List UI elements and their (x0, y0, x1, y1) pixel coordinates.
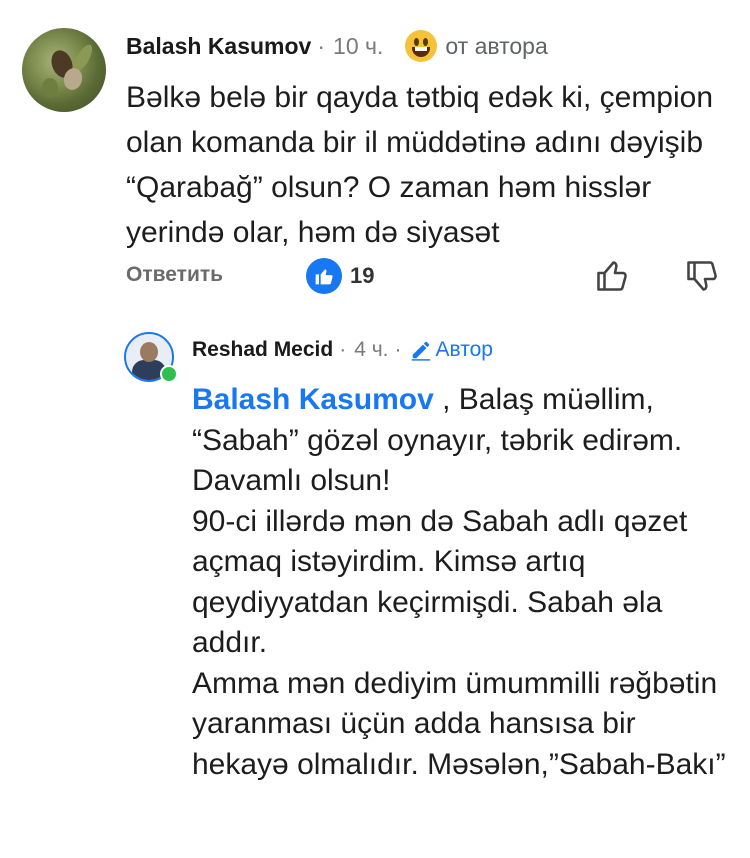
like-reaction-icon (306, 258, 342, 294)
meta-separator: · (317, 32, 326, 59)
like-count: 19 (350, 263, 375, 288)
thumbs-down-icon[interactable] (684, 258, 720, 299)
thumbs-up-icon[interactable] (594, 258, 630, 299)
reply-meta: Reshad Mecid · 4 ч. · Автор (192, 338, 493, 362)
mention-link[interactable]: Balash Kasumov (192, 383, 434, 416)
meta-separator: · (339, 338, 347, 361)
meta-separator-2: · (394, 338, 402, 361)
reply-button[interactable]: Ответить (126, 263, 223, 287)
reply-line-1: Balash Kasumov , Balaş müəllim, “Sabah” … (192, 383, 683, 497)
comment-meta: Balash Kasumov · 10 ч. от автора (126, 30, 548, 62)
comment-time: 10 ч. (333, 32, 384, 59)
comment-text: Bəlkə belə bir qayda tətbiq edək ki, çem… (126, 81, 714, 249)
reply-line-2: 90-ci illərdə mən də Sabah adlı qəzet aç… (192, 504, 688, 660)
reply-time: 4 ч. (354, 338, 389, 361)
reply-text: Balash Kasumov , Balaş müəllim, “Sabah” … (192, 380, 737, 785)
author-name[interactable]: Balash Kasumov (126, 33, 311, 60)
online-status-dot (160, 365, 178, 383)
author-note: от автора (445, 32, 548, 59)
reply-line-3: Amma mən dediyim ümummilli rəğbətin yara… (192, 666, 726, 781)
author-badge: Автор (410, 338, 493, 362)
avatar[interactable] (22, 28, 106, 112)
comment-actions: Ответить 19 (126, 258, 726, 298)
pencil-icon (411, 341, 430, 361)
grinning-face-icon (405, 30, 438, 62)
reply-author-name[interactable]: Reshad Mecid (192, 338, 333, 362)
author-badge-label: Автор (435, 338, 493, 361)
